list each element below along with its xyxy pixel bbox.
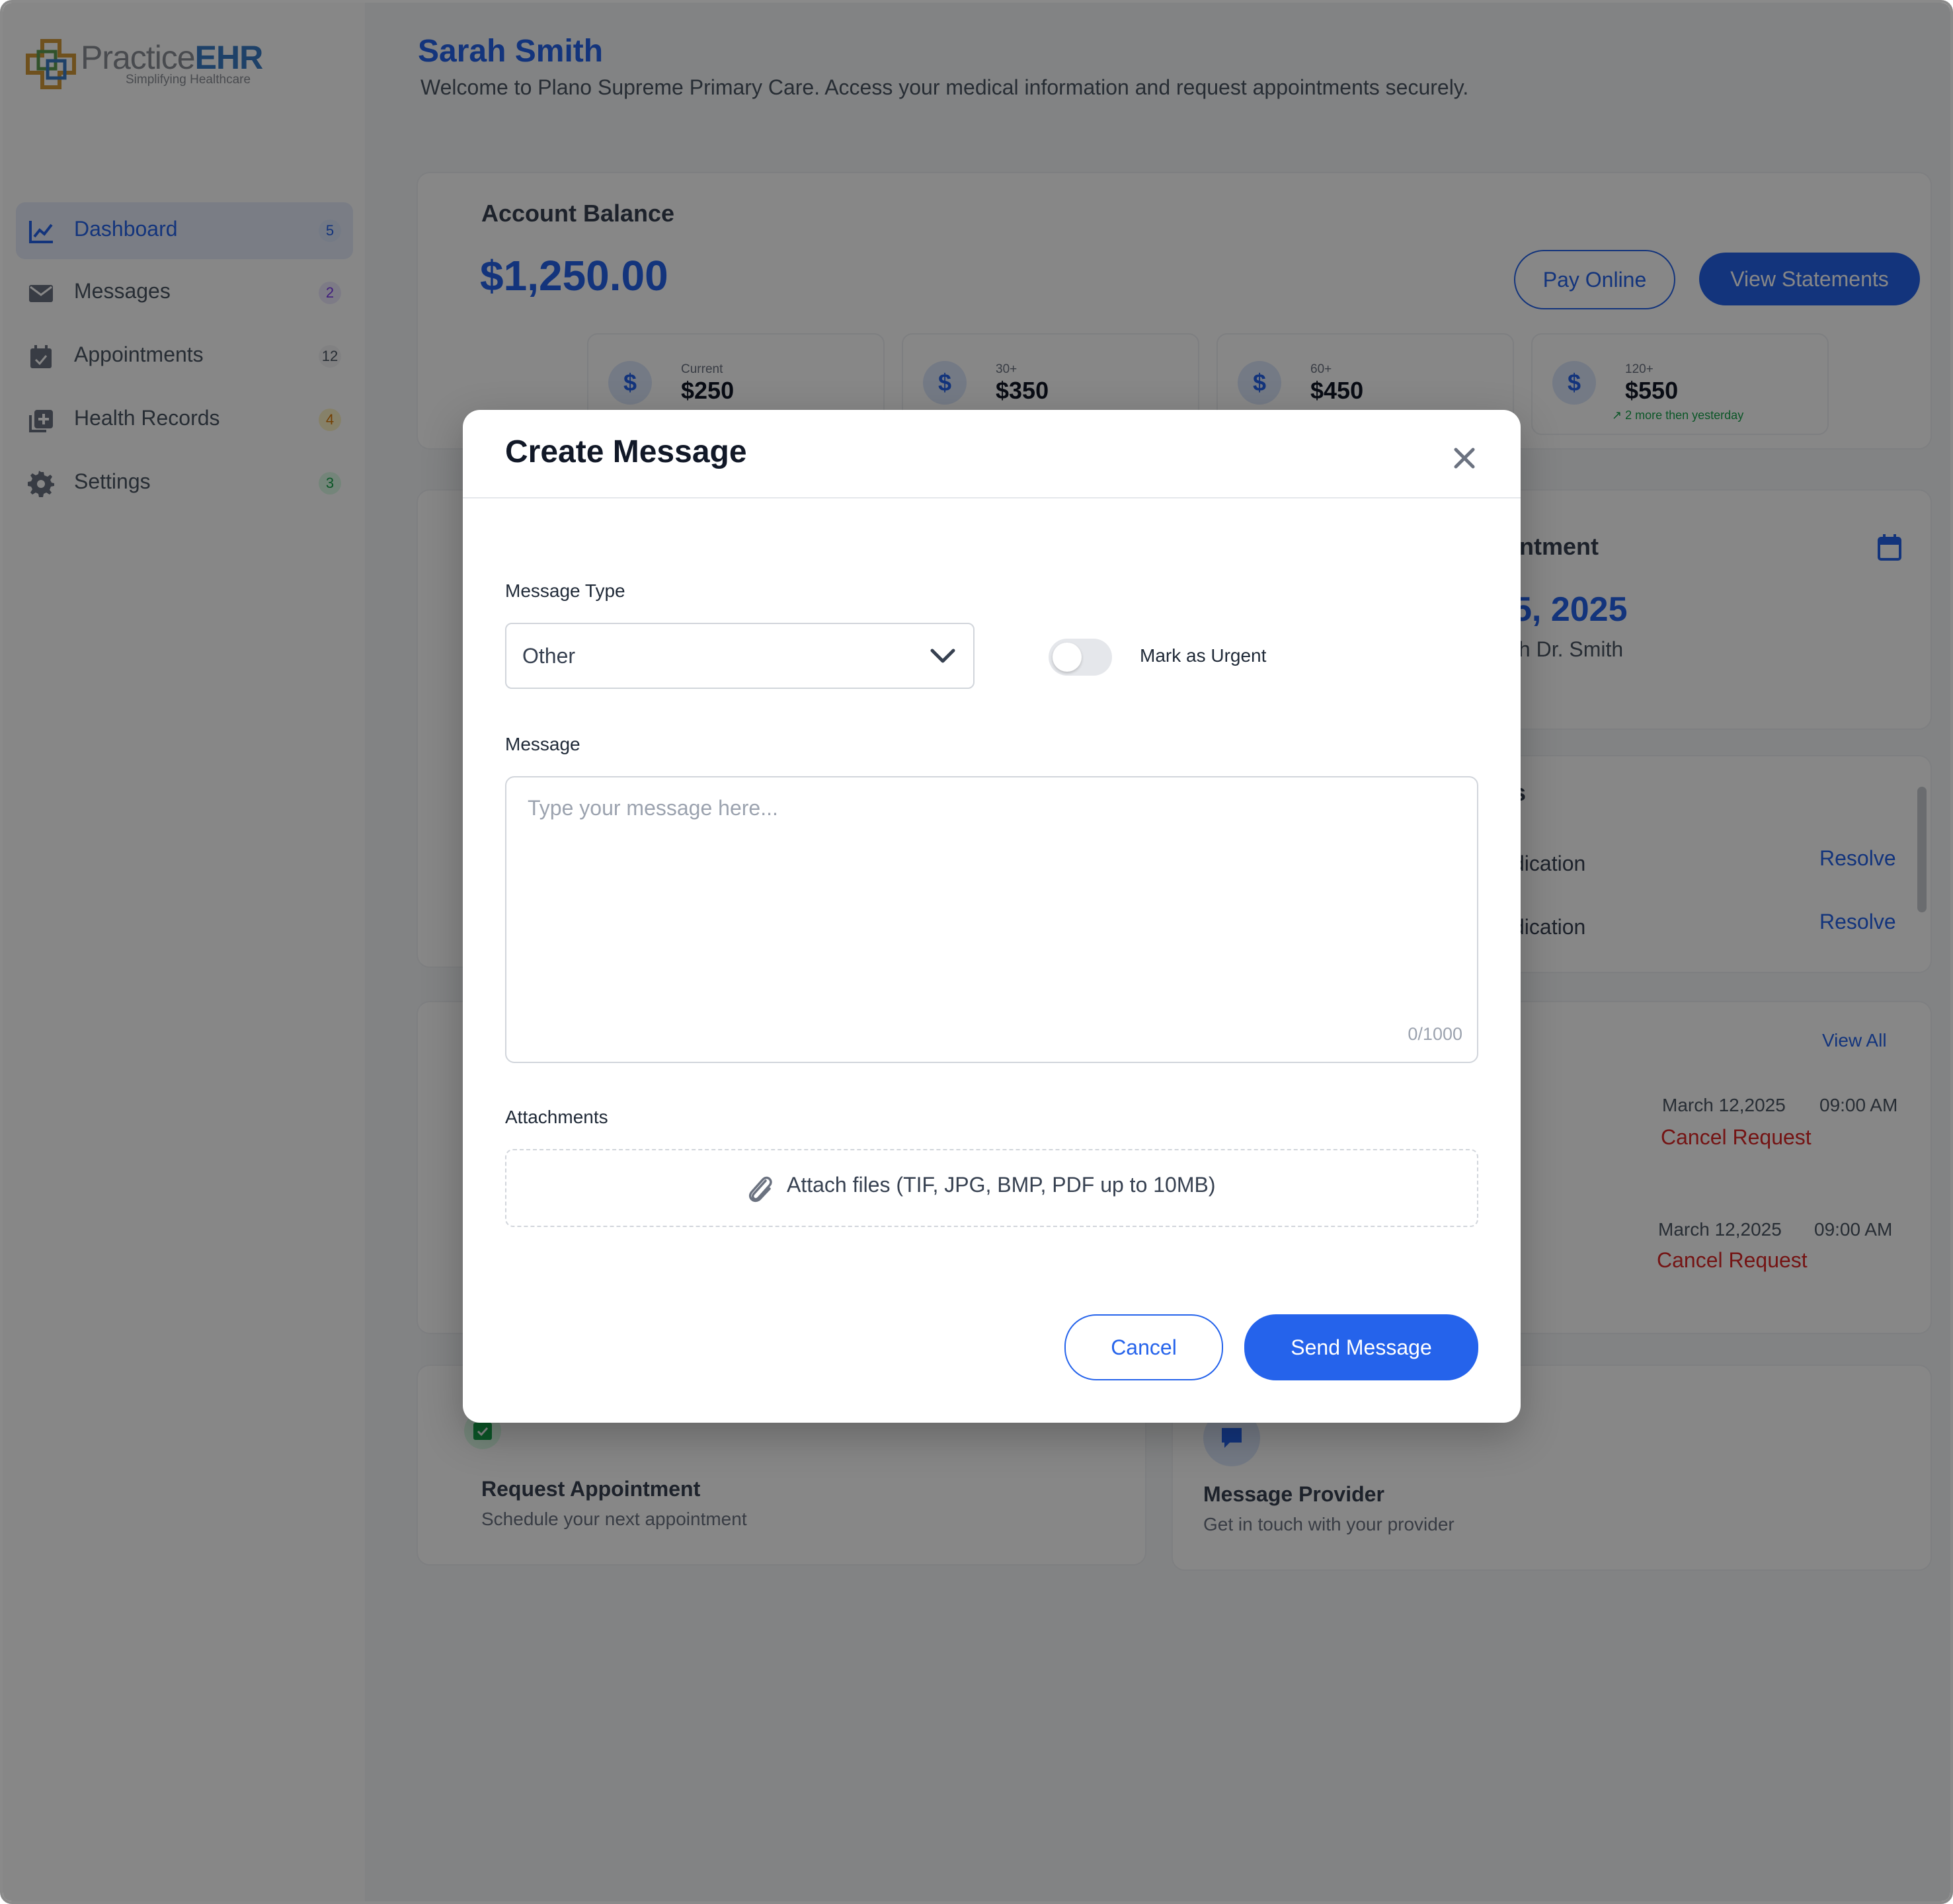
message-type-value: Other	[522, 644, 576, 668]
chevron-down-icon	[930, 649, 955, 663]
modal-title: Create Message	[505, 434, 747, 469]
message-placeholder: Type your message here...	[528, 796, 778, 820]
create-message-modal: Create Message Message Type Other Mark a…	[463, 410, 1521, 1423]
paperclip-icon	[748, 1176, 772, 1203]
close-icon[interactable]	[1451, 444, 1478, 472]
urgent-label: Mark as Urgent	[1140, 645, 1267, 666]
message-type-select[interactable]: Other	[505, 623, 975, 689]
attach-files-dropzone[interactable]: Attach files (TIF, JPG, BMP, PDF up to 1…	[505, 1149, 1478, 1227]
send-message-button[interactable]: Send Message	[1244, 1314, 1478, 1380]
toggle-knob	[1053, 643, 1082, 672]
modal-header: Create Message	[463, 410, 1521, 498]
message-label: Message	[505, 734, 580, 754]
app-window: PracticeEHR Simplifying Healthcare Dashb…	[0, 0, 1953, 1904]
character-counter: 0/1000	[1408, 1024, 1462, 1044]
message-textarea[interactable]: Type your message here... 0/1000	[505, 776, 1478, 1063]
message-type-label: Message Type	[505, 580, 625, 601]
attachments-label: Attachments	[505, 1107, 608, 1127]
cancel-button[interactable]: Cancel	[1064, 1314, 1223, 1380]
attach-files-text: Attach files (TIF, JPG, BMP, PDF up to 1…	[787, 1173, 1216, 1197]
urgent-toggle[interactable]	[1049, 639, 1112, 676]
